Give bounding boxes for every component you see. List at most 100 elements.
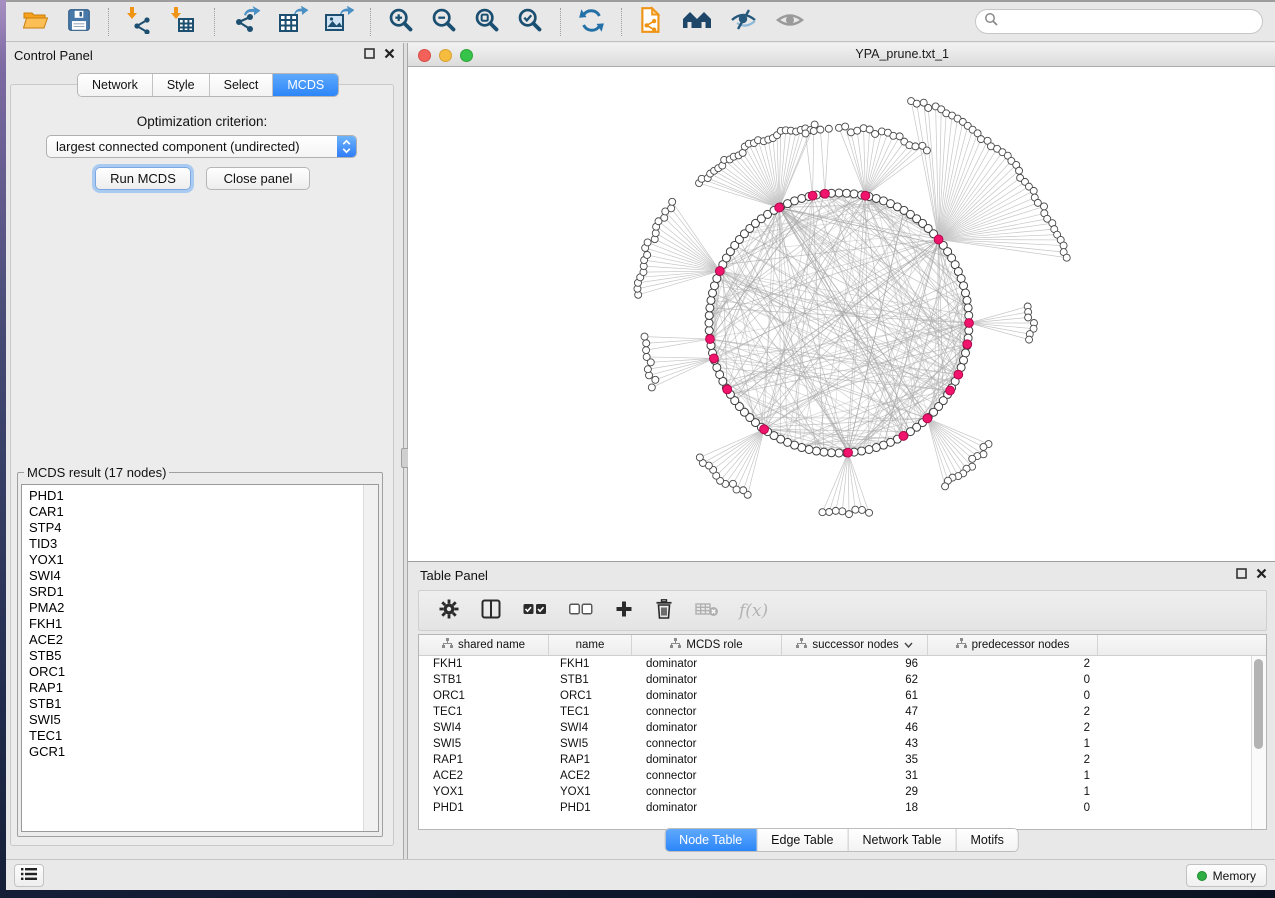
table-cell: TEC1 — [549, 704, 632, 720]
delete-column-button[interactable] — [653, 599, 675, 622]
task-history-button[interactable] — [14, 864, 44, 887]
table-row[interactable]: YOX1YOX1connector291 — [419, 784, 1266, 800]
mcds-result-item[interactable]: YOX1 — [29, 552, 363, 568]
add-column-button[interactable] — [613, 600, 635, 621]
mcds-result-item[interactable]: TEC1 — [29, 728, 363, 744]
mcds-result-scrollbar[interactable] — [363, 485, 378, 831]
tab-style[interactable]: Style — [153, 74, 210, 96]
refresh-layout-button[interactable] — [572, 5, 611, 39]
import-table-button[interactable] — [164, 4, 204, 39]
home-networks-button[interactable] — [675, 5, 719, 38]
zoom-selected-icon — [517, 7, 544, 37]
column-header-name[interactable]: name — [549, 635, 632, 655]
mcds-result-item[interactable]: PHD1 — [29, 488, 363, 504]
table-row[interactable]: STB1STB1dominator620 — [419, 672, 1266, 688]
table-tab-edge-table[interactable]: Edge Table — [757, 829, 848, 851]
table-cell: STB1 — [549, 672, 632, 688]
table-scrollbar-thumb[interactable] — [1254, 659, 1263, 749]
table-row[interactable]: SWI4SWI4dominator462 — [419, 720, 1266, 736]
table-cell: 96 — [782, 656, 928, 672]
gear-icon — [439, 599, 459, 622]
table-tab-network-table[interactable]: Network Table — [849, 829, 957, 851]
column-header-shared-name[interactable]: shared name — [419, 635, 549, 655]
maximize-window-button[interactable] — [460, 49, 473, 62]
table-cell: 43 — [782, 736, 928, 752]
table-row[interactable]: ACE2ACE2connector311 — [419, 768, 1266, 784]
search-input[interactable] — [1003, 14, 1254, 30]
optimization-select-value: largest connected component (undirected) — [47, 139, 337, 154]
tab-network[interactable]: Network — [78, 74, 153, 96]
mcds-result-item[interactable]: PMA2 — [29, 600, 363, 616]
mcds-result-item[interactable]: STB5 — [29, 648, 363, 664]
zoom-in-button[interactable] — [382, 5, 421, 39]
close-panel-button[interactable]: Close panel — [206, 167, 310, 190]
mcds-result-item[interactable]: GCR1 — [29, 744, 363, 760]
zoom-out-button[interactable] — [425, 5, 464, 39]
import-network-button[interactable] — [120, 4, 160, 39]
zoom-selected-button[interactable] — [511, 5, 550, 39]
zoom-fit-button[interactable] — [468, 5, 507, 39]
mcds-result-item[interactable]: RAP1 — [29, 680, 363, 696]
control-panel-tabs: NetworkStyleSelectMCDS — [77, 73, 339, 97]
tab-mcds[interactable]: MCDS — [273, 74, 338, 96]
network-canvas[interactable] — [408, 67, 1275, 561]
table-cell: dominator — [632, 720, 782, 736]
table-row[interactable]: SWI5SWI5connector431 — [419, 736, 1266, 752]
table-tab-node-table[interactable]: Node Table — [665, 829, 757, 851]
deselect-all-button[interactable] — [567, 603, 595, 618]
show-eye-button[interactable] — [769, 5, 811, 38]
column-header-predecessor-nodes[interactable]: predecessor nodes — [928, 635, 1098, 655]
mcds-result-item[interactable]: SWI5 — [29, 712, 363, 728]
save-session-button[interactable] — [60, 5, 98, 38]
select-all-button[interactable] — [521, 603, 549, 618]
minimize-window-button[interactable] — [439, 49, 452, 62]
table-row[interactable]: ORC1ORC1dominator610 — [419, 688, 1266, 704]
mcds-result-item[interactable]: FKH1 — [29, 616, 363, 632]
mcds-result-item[interactable]: CAR1 — [29, 504, 363, 520]
optimization-select[interactable]: largest connected component (undirected) — [46, 135, 357, 158]
mcds-result-item[interactable]: STB1 — [29, 696, 363, 712]
float-table-panel-button[interactable] — [1236, 568, 1247, 579]
table-row[interactable]: TEC1TEC1connector472 — [419, 704, 1266, 720]
function-builder-icon: f(x) — [739, 601, 768, 621]
table-cell: 1 — [928, 784, 1098, 800]
mcds-result-item[interactable]: STP4 — [29, 520, 363, 536]
mcds-result-item[interactable]: ORC1 — [29, 664, 363, 680]
list-icon — [20, 867, 38, 884]
hide-selection-button[interactable] — [723, 5, 765, 38]
split-pane-button[interactable] — [479, 599, 503, 622]
table-panel-header: Table Panel — [408, 563, 1275, 587]
app-window: Control Panel NetworkStyleSelectMCDS Opt… — [6, 0, 1275, 890]
column-settings-button[interactable] — [437, 599, 461, 622]
mcds-result-item[interactable]: ACE2 — [29, 632, 363, 648]
column-header-MCDS-role[interactable]: MCDS role — [632, 635, 782, 655]
split-pane-icon — [481, 599, 501, 622]
table-tab-motifs[interactable]: Motifs — [956, 829, 1017, 851]
float-panel-button[interactable] — [364, 48, 375, 59]
memory-button[interactable]: Memory — [1186, 864, 1267, 887]
run-mcds-button[interactable]: Run MCDS — [95, 167, 191, 190]
export-network-button[interactable] — [226, 4, 268, 39]
table-cell: 46 — [782, 720, 928, 736]
share-document-icon — [639, 5, 665, 38]
import-table-icon — [170, 6, 198, 37]
table-scrollbar[interactable] — [1251, 656, 1266, 829]
toolbar-separator — [214, 8, 216, 36]
table-row[interactable]: PHD1PHD1dominator180 — [419, 800, 1266, 816]
export-image-button[interactable] — [318, 4, 360, 39]
open-file-button[interactable] — [16, 5, 56, 38]
export-table-button[interactable] — [272, 4, 314, 39]
mcds-result-item[interactable]: TID3 — [29, 536, 363, 552]
table-header-row: shared name nameMCDS rolesuccessor nodesp… — [419, 635, 1266, 656]
close-table-panel-button[interactable] — [1256, 568, 1267, 579]
column-label: shared name — [458, 639, 525, 651]
mcds-result-item[interactable]: SRD1 — [29, 584, 363, 600]
table-row[interactable]: FKH1FKH1dominator962 — [419, 656, 1266, 672]
close-panel-icon-button[interactable] — [384, 48, 395, 59]
tab-select[interactable]: Select — [210, 74, 274, 96]
close-window-button[interactable] — [418, 49, 431, 62]
table-row[interactable]: RAP1RAP1dominator352 — [419, 752, 1266, 768]
column-header-successor-nodes[interactable]: successor nodes — [782, 635, 928, 655]
mcds-result-item[interactable]: SWI4 — [29, 568, 363, 584]
share-document-button[interactable] — [633, 3, 671, 40]
